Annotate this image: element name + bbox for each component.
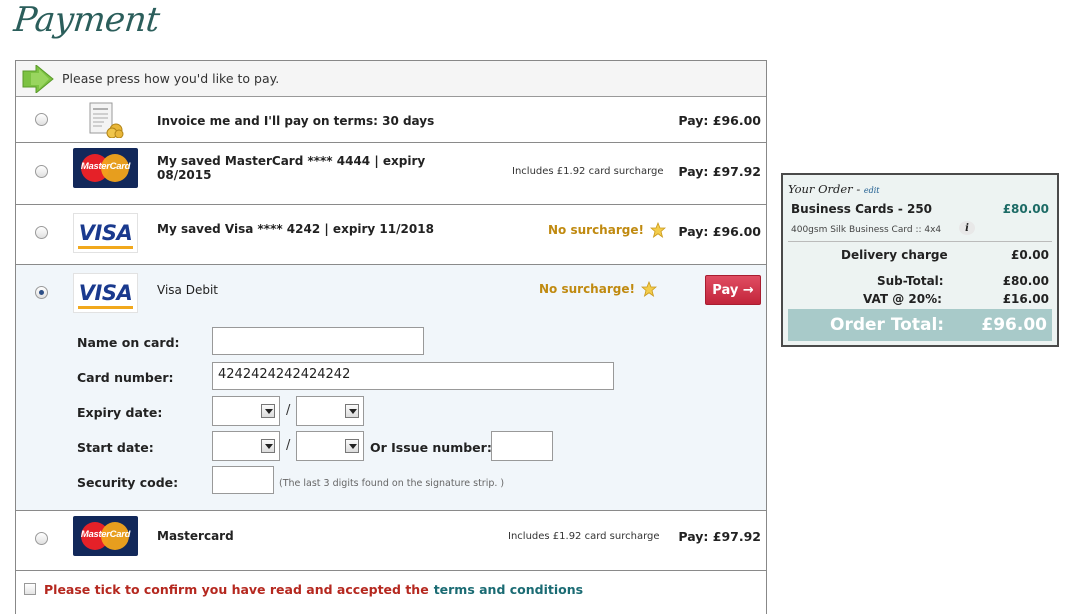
mastercard-radio[interactable] xyxy=(35,532,48,545)
card-number-label: Card number: xyxy=(77,370,174,385)
security-code-hint: (The last 3 digits found on the signatur… xyxy=(279,478,505,489)
payment-header: Please press how you'd like to pay. xyxy=(16,61,766,97)
expiry-month-select[interactable] xyxy=(212,396,280,426)
expiry-date-label: Expiry date: xyxy=(77,405,163,420)
order-summary: Your Order - edit Business Cards - 250 £… xyxy=(781,173,1059,347)
name-on-card-input[interactable] xyxy=(212,327,424,355)
issue-number-label: Or Issue number: xyxy=(370,440,492,455)
visa-debit-logo: VISA xyxy=(73,273,138,313)
order-item-price: £80.00 xyxy=(1002,202,1049,216)
visa-debit-radio[interactable] xyxy=(35,286,48,299)
invoice-radio[interactable] xyxy=(35,113,48,126)
order-divider xyxy=(788,241,1052,242)
invoice-icon xyxy=(89,102,124,138)
visa-logo: VISA xyxy=(73,213,138,253)
invoice-label: Invoice me and I'll pay on terms: 30 day… xyxy=(157,114,435,128)
mastercard-logo: MasterCard xyxy=(73,516,138,556)
order-total-bar: Order Total: £96.00 xyxy=(788,309,1052,341)
expiry-year-select[interactable] xyxy=(296,396,364,426)
visa-debit-surcharge: No surcharge! xyxy=(539,281,657,297)
mastercard-amount: Pay: £97.92 xyxy=(678,529,761,544)
chevron-down-icon xyxy=(345,404,359,418)
card-number-input[interactable]: 4242424242424242 xyxy=(212,362,614,390)
issue-number-input[interactable] xyxy=(491,431,553,461)
security-code-input[interactable] xyxy=(212,466,274,494)
terms-checkbox[interactable] xyxy=(24,583,36,595)
arrow-right-icon xyxy=(22,64,54,93)
saved-visa-label: My saved Visa **** 4242 | expiry 11/2018 xyxy=(157,222,434,236)
expiry-separator: / xyxy=(286,403,291,418)
terms-row: Please tick to confirm you have read and… xyxy=(16,571,766,607)
name-on-card-label: Name on card: xyxy=(77,335,180,350)
start-month-select[interactable] xyxy=(212,431,280,461)
start-year-select[interactable] xyxy=(296,431,364,461)
saved-visa-amount: Pay: £96.00 xyxy=(678,224,761,239)
star-icon xyxy=(640,281,657,297)
start-separator: / xyxy=(286,438,291,453)
saved-mastercard-surcharge: Includes £1.92 card surcharge xyxy=(512,166,664,177)
mastercard-label: Mastercard xyxy=(157,529,234,543)
chevron-down-icon xyxy=(345,439,359,453)
vat-value: £16.00 xyxy=(1002,292,1049,306)
subtotal-label: Sub-Total: xyxy=(877,274,944,288)
mastercard-surcharge: Includes £1.92 card surcharge xyxy=(508,531,660,542)
payment-instruction: Please press how you'd like to pay. xyxy=(62,71,280,86)
chevron-down-icon xyxy=(261,439,275,453)
order-total-label: Order Total: xyxy=(830,315,945,335)
mastercard-logo: MasterCard xyxy=(73,148,138,188)
order-total-value: £96.00 xyxy=(981,315,1047,335)
saved-visa-radio[interactable] xyxy=(35,226,48,239)
chevron-down-icon xyxy=(261,404,275,418)
vat-label: VAT @ 20%: xyxy=(863,292,942,306)
order-item-detail: 400gsm Silk Business Card :: 4x4 xyxy=(791,225,942,235)
info-icon[interactable]: i xyxy=(959,221,975,235)
payment-option-mastercard[interactable]: MasterCard Mastercard Includes £1.92 car… xyxy=(16,511,766,571)
saved-mastercard-label: My saved MasterCard **** 4444 | expiry 0… xyxy=(157,154,426,182)
visa-debit-label: Visa Debit xyxy=(157,283,218,297)
invoice-amount: Pay: £96.00 xyxy=(678,113,761,128)
order-item-name: Business Cards - 250 xyxy=(791,202,933,216)
saved-mastercard-radio[interactable] xyxy=(35,165,48,178)
payment-option-visa-debit[interactable]: VISA Visa Debit No surcharge! Pay → Name… xyxy=(16,265,766,511)
terms-link[interactable]: terms and conditions xyxy=(434,582,583,597)
delivery-label: Delivery charge xyxy=(841,248,948,262)
page-title: Payment xyxy=(11,0,162,40)
payment-option-invoice[interactable]: Invoice me and I'll pay on terms: 30 day… xyxy=(16,97,766,143)
pay-button[interactable]: Pay → xyxy=(705,275,761,305)
order-edit-link[interactable]: edit xyxy=(864,186,880,195)
start-date-label: Start date: xyxy=(77,440,154,455)
order-title: Your Order - edit xyxy=(788,182,880,196)
delivery-value: £0.00 xyxy=(1011,248,1049,262)
payment-panel: Please press how you'd like to pay. Invo… xyxy=(15,60,767,614)
star-icon xyxy=(649,222,666,238)
payment-option-saved-mastercard[interactable]: MasterCard My saved MasterCard **** 4444… xyxy=(16,143,766,205)
saved-mastercard-amount: Pay: £97.92 xyxy=(678,164,761,179)
payment-option-saved-visa[interactable]: VISA My saved Visa **** 4242 | expiry 11… xyxy=(16,205,766,265)
saved-visa-surcharge: No surcharge! xyxy=(548,222,666,238)
security-code-label: Security code: xyxy=(77,475,179,490)
terms-text: Please tick to confirm you have read and… xyxy=(44,581,429,597)
subtotal-value: £80.00 xyxy=(1002,274,1049,288)
